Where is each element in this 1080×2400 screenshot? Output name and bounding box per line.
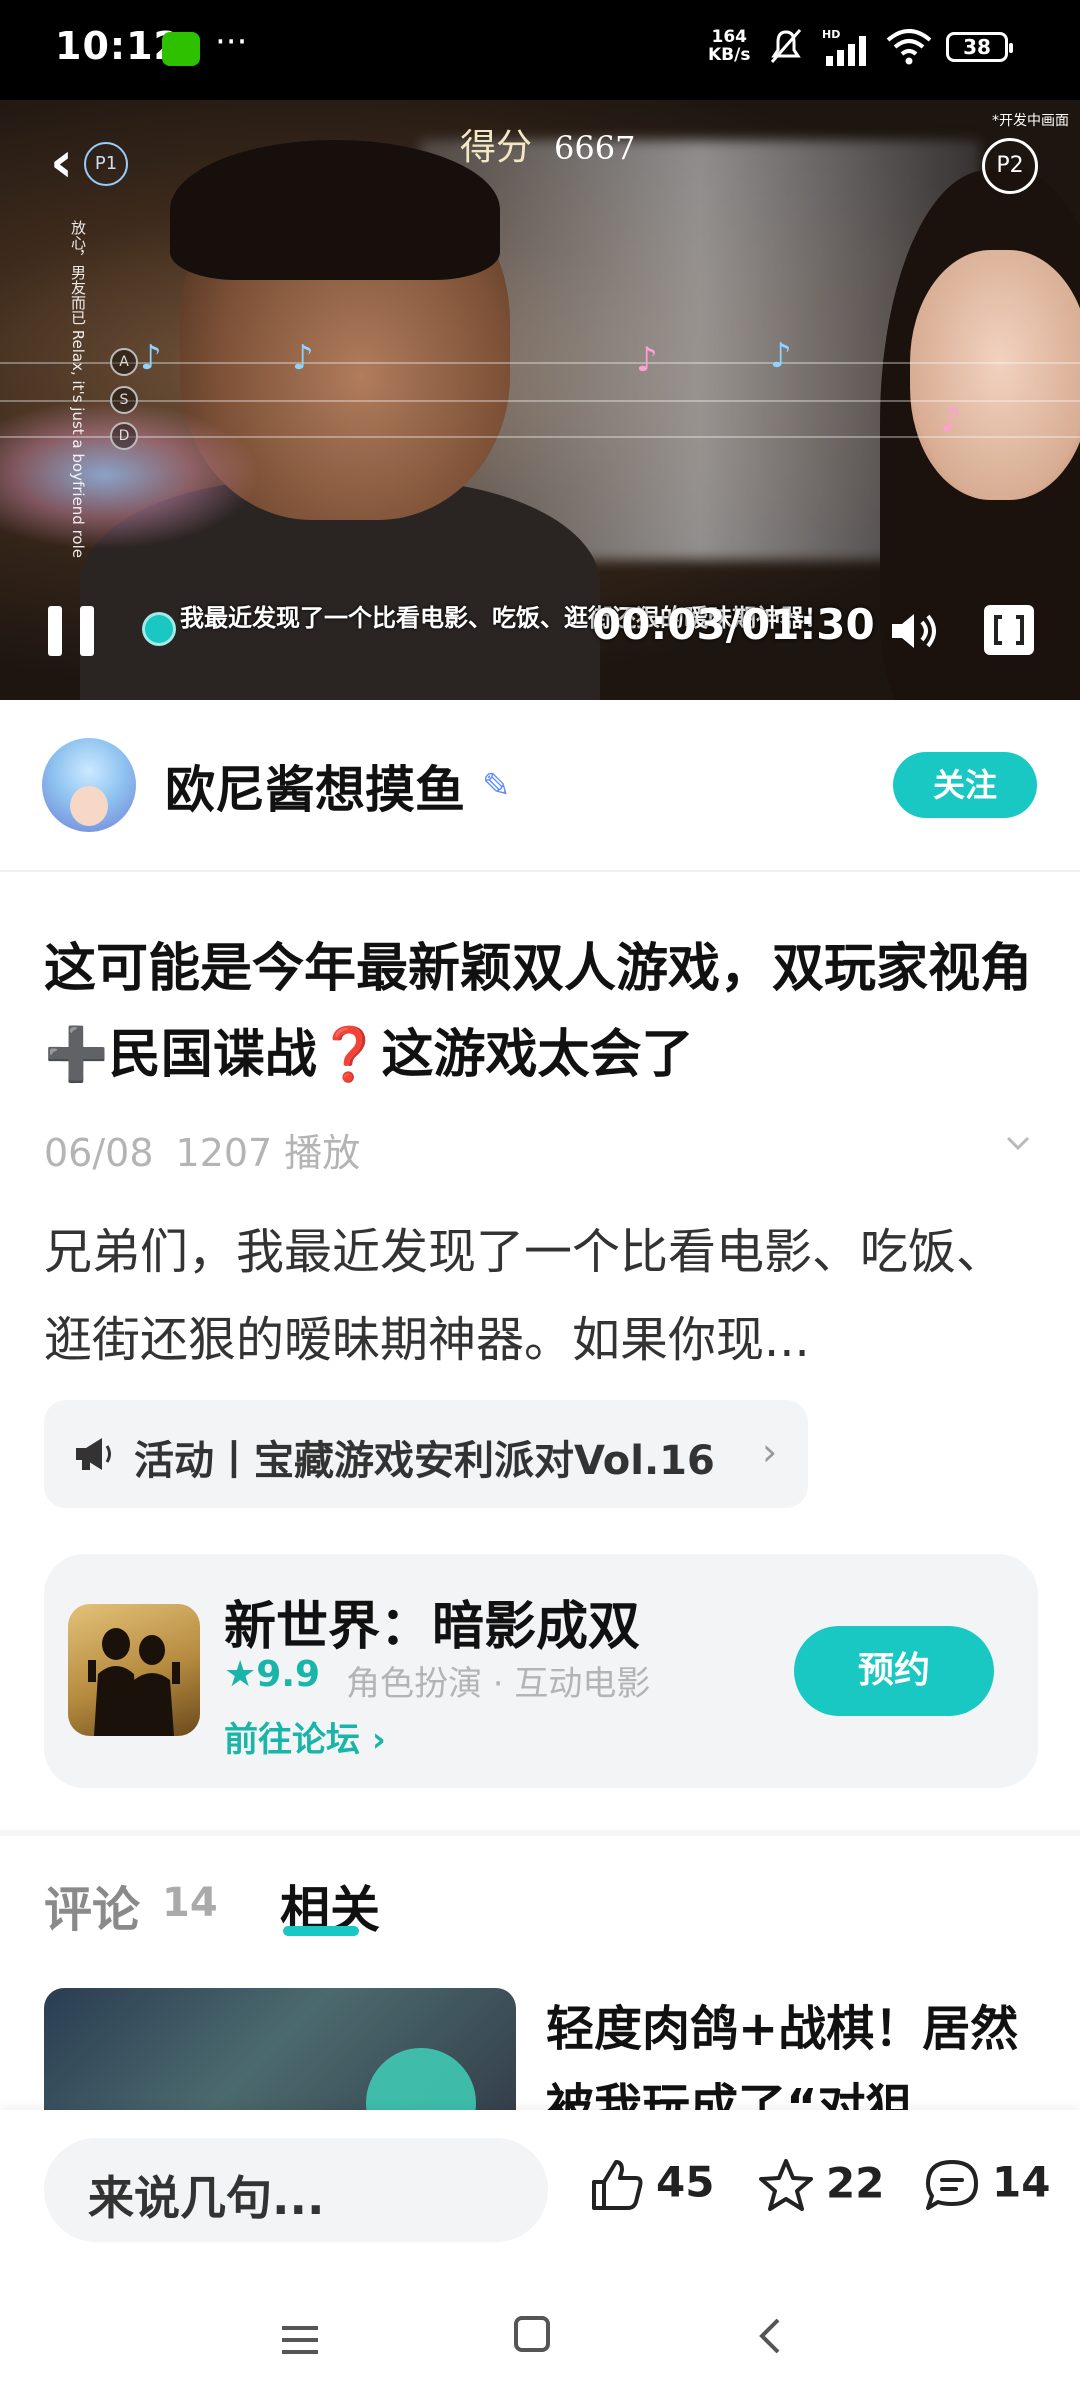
- game-icon: [68, 1604, 200, 1736]
- more-notifications-icon: ···: [215, 22, 248, 62]
- bottom-action-bar: 来说几句... 45 22 14: [0, 2110, 1080, 2280]
- game-name: 新世界：暗影成双: [224, 1597, 641, 1657]
- post-date: 06/08: [44, 1131, 154, 1175]
- activity-tag[interactable]: 活动丨宝藏游戏安利派对Vol.16 ›: [44, 1400, 808, 1508]
- author-row: 欧尼酱想摸鱼 ✎ 关注: [0, 700, 1080, 872]
- fullscreen-button[interactable]: [984, 605, 1034, 655]
- post-description[interactable]: 兄弟们，我最近发现了一个比看电影、吃饭、逛街还狠的暧昧期神器。如果你现...: [44, 1208, 1034, 1384]
- thumbs-up-icon: [592, 2160, 643, 2210]
- score-label: 得分: [460, 127, 533, 168]
- post-meta: 06/08 1207 播放: [44, 1122, 382, 1177]
- network-speed-unit: KB/s: [708, 45, 751, 65]
- megaphone-icon: [76, 1438, 111, 1470]
- like-button[interactable]: 45: [588, 2156, 714, 2214]
- music-note-icon: ♪: [940, 400, 962, 440]
- lane-key-s: S: [110, 386, 138, 414]
- video-figure-man-hair: [170, 140, 500, 280]
- post-plays: 1207 播放: [175, 1131, 361, 1175]
- lane-key-d: D: [110, 422, 138, 450]
- system-nav-bar: [0, 2280, 1080, 2400]
- comment-bubble-icon: [926, 2160, 978, 2210]
- silent-bell-icon: [770, 29, 802, 63]
- game-tags: 角色扮演 · 互动电影: [346, 1664, 651, 1704]
- status-bar: 10:12 ··· 164 KB/s HD 38: [0, 0, 1080, 100]
- pause-button[interactable]: [48, 606, 96, 656]
- tab-active-indicator: [283, 1926, 359, 1936]
- activity-label: 活动丨宝藏游戏安利派对Vol.16: [134, 1438, 715, 1484]
- game-rating: ★9.9: [224, 1654, 320, 1695]
- network-speed: 164 KB/s: [708, 28, 750, 64]
- chevron-down-icon[interactable]: [1000, 1124, 1036, 1160]
- post-title: 这可能是今年最新颖双人游戏，双玩家视角➕民国谍战❓这游戏太会了: [44, 939, 1033, 1085]
- music-note-icon: ♪: [140, 338, 162, 378]
- music-note-icon: ♪: [292, 338, 314, 378]
- rhythm-lane: [0, 400, 1080, 402]
- tab-comments-count: 14: [162, 1880, 218, 1926]
- back-icon[interactable]: [752, 2314, 788, 2358]
- forum-link-label: 前往论坛: [224, 1720, 360, 1760]
- comment-input[interactable]: 来说几句...: [44, 2138, 548, 2242]
- network-speed-value: 164: [711, 27, 747, 47]
- chevron-right-icon: ›: [762, 1430, 778, 1474]
- recent-apps-icon[interactable]: [278, 2320, 322, 2360]
- battery-indicator: 38: [946, 32, 1013, 62]
- section-divider: [0, 1830, 1080, 1836]
- video-player[interactable]: 放心，男友而已 Relax, it's just a boyfriend rol…: [0, 100, 1080, 700]
- game-card[interactable]: 新世界：暗影成双 ★9.9 角色扮演 · 互动电影 前往论坛 › 预约: [44, 1554, 1038, 1788]
- game-rating-value: 9.9: [256, 1654, 321, 1695]
- score-value: 6667: [554, 129, 636, 167]
- hd-label: HD: [822, 28, 840, 41]
- player2-label: P2: [982, 138, 1038, 194]
- wifi-icon: [886, 29, 932, 65]
- tab-comments[interactable]: 评论: [44, 1870, 140, 1940]
- author-name[interactable]: 欧尼酱想摸鱼: [165, 750, 465, 822]
- avatar[interactable]: [42, 738, 136, 832]
- video-side-caption: 放心，男友而已 Relax, it's just a boyfriend rol…: [69, 220, 87, 558]
- follow-button[interactable]: 关注: [893, 752, 1037, 818]
- chevron-right-icon: ›: [360, 1720, 386, 1760]
- volume-icon[interactable]: [888, 608, 944, 654]
- dev-screen-note: *开发中画面: [992, 113, 1069, 129]
- star-outline-icon: [759, 2159, 813, 2211]
- comment-input-placeholder: 来说几句...: [88, 2171, 325, 2225]
- back-button[interactable]: ‹: [50, 130, 73, 195]
- video-time: 00:03/01:30: [592, 600, 875, 649]
- wechat-notification-icon: [162, 32, 200, 66]
- video-figure-woman-face: [910, 250, 1080, 500]
- score-display: 得分 6667: [460, 118, 635, 170]
- favorite-count: 22: [826, 2158, 885, 2208]
- favorite-button[interactable]: 22: [756, 2156, 884, 2216]
- author-badge-icon: ✎: [482, 766, 511, 806]
- comment-button[interactable]: 14: [922, 2156, 1050, 2214]
- signal-icon: HD: [822, 28, 866, 66]
- forum-link[interactable]: 前往论坛 ›: [224, 1712, 386, 1761]
- reserve-button[interactable]: 预约: [794, 1626, 994, 1716]
- star-icon: ★: [224, 1654, 257, 1695]
- music-note-icon: ♪: [770, 336, 792, 376]
- like-count: 45: [656, 2157, 715, 2207]
- home-icon[interactable]: [514, 2316, 550, 2352]
- comment-count: 14: [992, 2157, 1051, 2207]
- player1-label: P1: [84, 142, 128, 186]
- rhythm-lane: [0, 436, 1080, 438]
- progress-knob[interactable]: [142, 612, 177, 646]
- lane-key-a: A: [110, 348, 138, 376]
- music-note-icon: ♪: [636, 340, 658, 380]
- rhythm-lane: [0, 362, 1080, 364]
